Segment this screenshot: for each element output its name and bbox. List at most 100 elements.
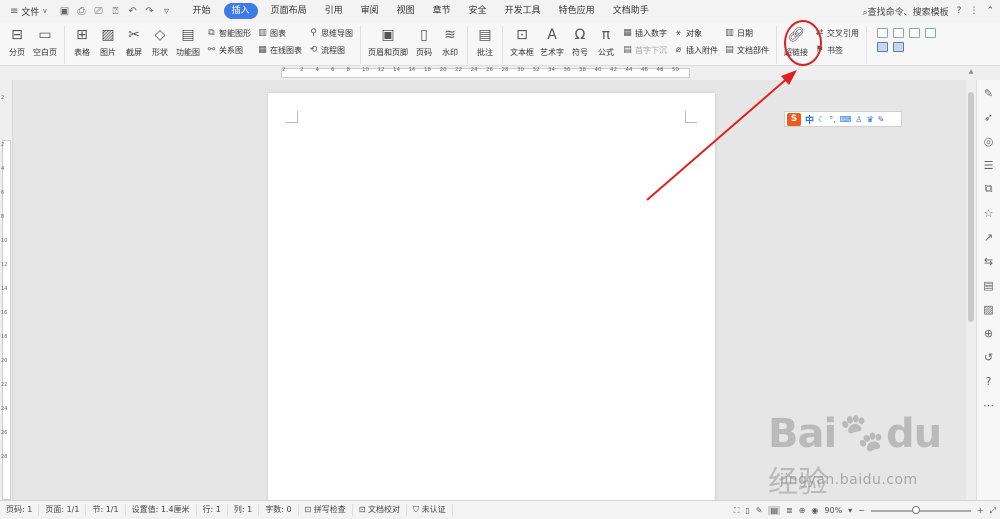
cross-reference-button[interactable]: ⇄ 交叉引用 [814,26,859,40]
comment-button[interactable]: ▤ 批注 [472,26,498,58]
pen-icon[interactable]: ✎ [982,86,996,100]
more-icon[interactable]: ⋯ [982,398,996,412]
document-page[interactable] [268,93,715,503]
help-circle-icon[interactable]: ? [982,374,996,388]
print-icon[interactable]: ⎚ [94,6,104,17]
download-icon[interactable]: ⊕ [982,326,996,340]
tab-special-apps[interactable]: 特色应用 [550,3,604,19]
reading-mode-icon[interactable]: ▯ [745,506,749,515]
header-footer-button[interactable]: ▣ 页眉和页脚 [365,26,411,58]
date-button[interactable]: ▥ 日期 [724,26,769,40]
object-button[interactable]: ⚹ 对象 [673,26,718,40]
mind-map-button[interactable]: ⚲ 思维导图 [308,26,353,40]
symbol-button[interactable]: Ω 符号 [567,26,593,58]
edit-mode-icon[interactable]: ✎ [756,506,763,515]
status-setting[interactable]: 设置值: 1.4厘米 [126,504,197,516]
fit-window-icon[interactable]: ⤢ [990,506,996,516]
scroll-up-icon[interactable]: ▲ [966,68,976,75]
tab-home[interactable]: 开始 [184,3,220,19]
zoom-dropdown-icon[interactable]: ▾ [848,506,852,515]
relation-chart-button[interactable]: ⚯ 关系图 [206,43,251,57]
template-icon[interactable]: ▤ [982,278,996,292]
ime-toolbar[interactable]: S 中 ☾ °, ⌨ ♙ ♛ ✎ [784,111,902,127]
tab-references[interactable]: 引用 [316,3,352,19]
command-search[interactable]: ⌕查找命令、搜索模板 [863,5,949,18]
textbox-button[interactable]: ⊡ 文本框 [507,26,537,58]
status-column[interactable]: 列: 1 [228,504,260,516]
insert-attachment-button[interactable]: ⌀ 插入附件 [673,43,718,57]
doc-check-button[interactable]: ⊡ 文档校对 [353,504,408,516]
insert-number-button[interactable]: ▦ 插入数字 [622,26,667,40]
view-mode-icon[interactable] [925,28,936,38]
tab-insert[interactable]: 插入 [223,3,258,19]
voice-icon[interactable]: ♙ [855,115,862,124]
page-break-button[interactable]: ⊟ 分页 [4,26,30,58]
status-word-count[interactable]: 字数: 0 [259,504,299,516]
bookmark-button[interactable]: ⚑ 书签 [814,43,859,57]
flow-chart-button[interactable]: ⟲ 流程图 [308,43,353,57]
blank-page-button[interactable]: ▭ 空白页 [30,26,60,58]
tab-page-layout[interactable]: 页面布局 [262,3,316,19]
view-mode-icon-selected[interactable] [893,42,904,52]
zoom-in-icon[interactable]: + [977,506,984,515]
watermark-button[interactable]: ≋ 水印 [437,26,463,58]
customize-icon[interactable]: ▿ [162,6,172,17]
tab-review[interactable]: 审阅 [352,3,388,19]
half-width-icon[interactable]: ☾ [818,115,825,124]
tab-security[interactable]: 安全 [460,3,496,19]
page-number-button[interactable]: ▯ 页码 [411,26,437,58]
save-icon[interactable]: ▣ [60,6,70,17]
export-pdf-icon[interactable]: ⍰ [111,6,121,17]
undo-icon[interactable]: ↶ [128,6,138,17]
picture-button[interactable]: ▨ 图片 [95,26,121,58]
outline-view-icon[interactable]: ≣ [786,506,793,515]
status-pages[interactable]: 页面: 1/1 [39,504,87,516]
tab-view[interactable]: 视图 [388,3,424,19]
print-preview-icon[interactable]: ⎙ [77,6,87,17]
function-chart-button[interactable]: ▤ 功能图 [173,26,203,58]
eye-protection-icon[interactable]: ◉ [811,506,818,515]
translate-icon[interactable]: ⇆ [982,254,996,268]
zoom-level[interactable]: 90% [824,506,842,515]
status-section[interactable]: 节: 1/1 [86,504,126,516]
zoom-out-icon[interactable]: − [858,506,865,515]
sliders-icon[interactable]: ☰ [982,158,996,172]
online-chart-button[interactable]: ▦ 在线图表 [257,43,302,57]
hyperlink-button[interactable]: 🔗︎ 超链接 [781,26,811,58]
wordart-button[interactable]: A 艺术字 [537,26,567,58]
view-mode-icon[interactable] [909,28,920,38]
help-icon[interactable]: ? [957,6,962,16]
history-icon[interactable]: ↺ [982,350,996,364]
spell-check-button[interactable]: ⊡ 拼写检查 [299,504,353,516]
backup-icon[interactable]: ⧉ [982,182,996,196]
page-view-icon[interactable]: ▤ [768,506,780,515]
smart-art-button[interactable]: ⧉ 智能图形 [206,26,251,40]
keyboard-icon[interactable]: ⌨ [840,115,852,124]
image-icon[interactable]: ▨ [982,302,996,316]
tab-developer[interactable]: 开发工具 [496,3,550,19]
view-mode-icon[interactable] [893,28,904,38]
share-icon[interactable]: ↗ [982,230,996,244]
formula-button[interactable]: π 公式 [593,26,619,58]
tools-icon[interactable]: ✎ [878,115,885,124]
tab-chapter[interactable]: 章节 [424,3,460,19]
chart-button[interactable]: ▥ 图表 [257,26,302,40]
star-icon[interactable]: ☆ [982,206,996,220]
view-mode-icon-selected[interactable] [877,42,888,52]
fullscreen-icon[interactable]: ⛶ [734,506,740,516]
punctuation-icon[interactable]: °, [829,115,836,124]
scrollbar-thumb[interactable] [968,92,974,322]
file-menu-button[interactable]: ≡ 文件 ∨ [6,2,52,20]
cursor-icon[interactable]: ➶ [982,110,996,124]
web-view-icon[interactable]: ⊕ [799,506,806,515]
ime-language-toggle[interactable]: 中 [805,113,814,126]
shape-button[interactable]: ◇ 形状 [147,26,173,58]
skin-icon[interactable]: ♛ [866,115,873,124]
vertical-scrollbar[interactable] [966,80,976,500]
view-mode-icon[interactable] [877,28,888,38]
redo-icon[interactable]: ↷ [145,6,155,17]
tab-doc-assistant[interactable]: 文档助手 [604,3,658,19]
status-row[interactable]: 行: 1 [197,504,228,516]
zoom-slider-knob[interactable] [911,505,920,514]
verification-status[interactable]: ⛉ 未认证 [407,504,453,516]
